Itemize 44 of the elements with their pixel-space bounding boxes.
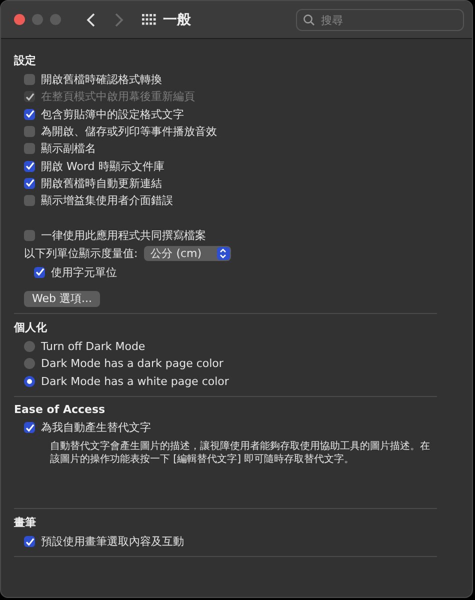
- section-title: 畫筆: [14, 515, 37, 530]
- radio-button[interactable]: [24, 376, 35, 387]
- section-title: 設定: [14, 53, 37, 68]
- checkbox-label: 開啟舊檔時確認格式轉換: [41, 72, 162, 88]
- radio-button[interactable]: [24, 341, 35, 352]
- checkbox-label: 為我自動產生替代文字: [41, 420, 151, 435]
- radio-button[interactable]: [24, 358, 35, 370]
- checkbox-label: 為開啟、儲存或列印等事件播放音效: [41, 124, 217, 140]
- description-text: 自動替代文字會產生圖片的描述，讓視障使用者能夠存取使用協助工具的圖片描述。在該圖片的操作功能表按一下 [編輯替代文字] 即可隨時存取替代文字。: [49, 440, 431, 466]
- checkbox-label: 開啟舊檔時自動更新連結: [41, 176, 162, 191]
- section-title: 個人化: [14, 320, 48, 335]
- radio-label: Turn off Dark Mode: [41, 340, 146, 354]
- checkbox[interactable]: [24, 126, 35, 138]
- checkbox-label: 開啟 Word 時顯示文件庫: [41, 158, 164, 174]
- radio-label: Dark Mode has a white page color: [41, 374, 229, 388]
- checkbox[interactable]: [24, 178, 35, 189]
- section-title: Ease of Access: [14, 402, 106, 416]
- checkbox-label: 預設使用畫筆選取內容及互動: [41, 534, 184, 550]
- checkbox-label: 包含剪貼簿中的設定格式文字: [41, 106, 184, 122]
- search-field[interactable]: 搜尋: [296, 9, 464, 31]
- checkbox[interactable]: [24, 536, 35, 548]
- search-icon: [303, 14, 315, 26]
- checkbox[interactable]: [34, 266, 45, 278]
- checkbox[interactable]: [24, 108, 35, 120]
- checkbox[interactable]: [24, 143, 35, 154]
- checkbox-label: 顯示副檔名: [41, 141, 96, 156]
- checkbox-label: 使用字元單位: [51, 264, 117, 280]
- unit-dropdown[interactable]: 公分 (cm): [144, 246, 231, 262]
- checkbox[interactable]: [24, 74, 35, 86]
- checkbox-label: 在整頁模式中啟用幕後重新編頁: [41, 89, 195, 104]
- close-button[interactable]: [14, 14, 25, 25]
- checkbox[interactable]: [24, 230, 35, 241]
- web-options-button[interactable]: Web 選項...: [24, 290, 100, 307]
- back-button[interactable]: [86, 12, 96, 28]
- checkbox[interactable]: [24, 422, 35, 433]
- checkbox[interactable]: [24, 160, 35, 172]
- radio-label: Dark Mode has a dark page color: [41, 357, 224, 370]
- checkbox-label: 一律使用此應用程式共同撰寫檔案: [41, 228, 206, 243]
- field-label: 以下列單位顯示度量值:: [24, 246, 138, 262]
- grid-icon[interactable]: [142, 14, 156, 26]
- checkbox-label: 顯示增益集使用者介面錯誤: [41, 193, 173, 208]
- window-title: 一般: [163, 10, 191, 28]
- chevron-icon: [216, 247, 230, 260]
- checkbox[interactable]: [24, 195, 35, 206]
